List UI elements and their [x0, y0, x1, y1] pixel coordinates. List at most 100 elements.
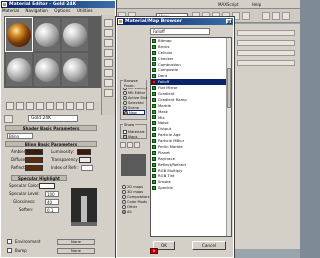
reflect-label: Reflect: — [11, 165, 27, 170]
diffuse-swatch[interactable] — [25, 157, 43, 163]
shader-type-dropdown[interactable]: Blinn — [7, 133, 33, 139]
close-icon[interactable]: × — [226, 19, 232, 24]
toolbar-tool-icon[interactable] — [242, 12, 250, 20]
map-list-item-label: Falloff — [158, 79, 170, 85]
view-list-icons-icon[interactable] — [127, 142, 133, 148]
specular-highlight-header: Specular Highlight — [11, 175, 67, 181]
sample-slot[interactable] — [34, 18, 60, 51]
map-list[interactable]: Bitmap Bricks Cellular Checker Combustion Com… — [150, 37, 232, 237]
sphere-icon — [63, 58, 87, 82]
specular-level-label: Specular Level: — [9, 191, 40, 196]
scrollbar-thumb[interactable] — [227, 68, 231, 108]
specular-color-swatch[interactable] — [39, 183, 55, 189]
bump-map-button[interactable]: None — [57, 248, 95, 254]
checkbox-maps[interactable]: Maps — [123, 134, 145, 139]
reflect-swatch[interactable] — [25, 165, 43, 171]
backlight-icon[interactable] — [104, 29, 113, 37]
radio-active-slot[interactable]: Active Slot — [123, 95, 147, 100]
show-map-icon[interactable] — [86, 102, 94, 110]
sample-slot-selected[interactable] — [5, 17, 33, 52]
index-of-refraction-label: Index of Refr: — [51, 165, 78, 170]
sample-slot[interactable] — [62, 53, 88, 86]
map-type-icon — [152, 186, 156, 191]
menu-utilities[interactable]: Utilities — [77, 8, 93, 13]
video-check-icon[interactable] — [104, 59, 113, 67]
assign-material-icon[interactable] — [26, 102, 34, 110]
radio-new[interactable]: New — [123, 110, 145, 115]
sample-slot[interactable] — [62, 18, 88, 51]
radio-selected[interactable]: Selected — [123, 100, 145, 105]
make-unique-icon[interactable] — [56, 102, 64, 110]
map-type-icon — [152, 133, 156, 138]
pick-material-icon[interactable] — [4, 115, 13, 123]
sample-slot[interactable] — [6, 53, 32, 86]
map-list-item-label: Gradient Ramp — [158, 96, 187, 102]
cancel-button[interactable]: Cancel — [192, 241, 226, 250]
background-icon[interactable] — [104, 39, 113, 47]
view-small-icons-icon[interactable] — [134, 142, 140, 148]
map-list-item[interactable]: Speckle — [151, 185, 231, 191]
options-icon[interactable] — [104, 79, 113, 87]
toolbar-tool-icon[interactable] — [282, 12, 290, 20]
map-list-scrollbar[interactable] — [226, 38, 231, 236]
highlight-curve-base — [71, 222, 97, 226]
sample-slot[interactable] — [34, 53, 60, 86]
reset-map-icon[interactable] — [36, 102, 44, 110]
sample-type-icon[interactable] — [104, 19, 113, 27]
map-type-icon — [152, 68, 156, 73]
radio-mtl-editor[interactable]: Mtl Editor — [123, 90, 145, 95]
glossiness-field[interactable]: 40 — [45, 199, 59, 205]
put-to-library-icon[interactable] — [66, 102, 74, 110]
map-type-icon — [152, 121, 156, 126]
soften-field[interactable]: 0.1 — [45, 207, 59, 213]
view-list-icon[interactable] — [120, 142, 126, 148]
app-icon — [2, 2, 7, 7]
menu-options[interactable]: Options — [54, 8, 70, 13]
index-of-refraction-field[interactable] — [81, 165, 93, 171]
environment-map-button[interactable]: None — [57, 239, 95, 245]
map-list-item-label: Planet — [158, 149, 170, 155]
map-list-item-label: Marble — [158, 102, 171, 108]
select-by-material-icon[interactable] — [104, 89, 113, 97]
transparency-swatch[interactable] — [79, 157, 91, 163]
luminosity-label: Luminosity: — [51, 149, 74, 154]
checkbox-materials[interactable]: Materials — [123, 129, 145, 134]
material-map-browser-dialog: Material/Map Browser × Browse From: Mtl … — [115, 16, 235, 258]
map-type-icon — [152, 80, 156, 85]
menu-material[interactable]: Material — [2, 8, 19, 13]
map-type-icon — [152, 56, 156, 61]
command-panel-row[interactable] — [237, 40, 295, 46]
command-panel-row[interactable] — [237, 50, 295, 56]
ambient-swatch[interactable] — [25, 149, 43, 155]
material-effects-icon[interactable] — [76, 102, 84, 110]
menu-maxscript[interactable]: MAXScript — [218, 2, 239, 7]
tiling-icon[interactable] — [104, 49, 113, 57]
map-list-item-label: Output — [158, 126, 172, 132]
map-type-icon — [152, 103, 156, 108]
environment-checkbox[interactable] — [7, 239, 12, 244]
map-list-item-label: Gradient — [158, 91, 175, 97]
specular-level-field[interactable]: 100 — [45, 191, 59, 197]
get-material-icon[interactable] — [6, 102, 14, 110]
selected-map-field[interactable]: Falloff — [150, 28, 210, 35]
radio-all[interactable]: All — [122, 209, 146, 214]
toolbar-tool-icon[interactable] — [262, 12, 270, 20]
command-panel-row[interactable] — [237, 60, 295, 66]
transparency-label: Transparency: — [51, 157, 79, 162]
material-editor-titlebar: Material Editor - Gold 24K — [1, 1, 115, 8]
put-to-scene-icon[interactable] — [16, 102, 24, 110]
make-copy-icon[interactable] — [46, 102, 54, 110]
command-panel-row[interactable] — [237, 30, 295, 36]
toolbar-tool-icon[interactable] — [272, 12, 280, 20]
shader-rollup-header[interactable]: Shader Basic Parameters — [5, 125, 97, 131]
menu-help[interactable]: Help — [252, 2, 261, 7]
map-types-group: 2D maps 3D maps Compositors Color Mods O… — [120, 180, 150, 214]
map-list-item-label: Smoke — [158, 179, 171, 185]
map-type-icon — [152, 50, 156, 55]
basic-params-rollup-header[interactable]: Blinn Basic Parameters — [5, 141, 97, 147]
bump-checkbox[interactable] — [7, 248, 12, 253]
make-preview-icon[interactable] — [104, 69, 113, 77]
luminosity-swatch[interactable] — [77, 149, 91, 155]
menu-navigation[interactable]: Navigation — [25, 8, 48, 13]
material-name-field[interactable]: Gold 24K — [28, 115, 78, 122]
